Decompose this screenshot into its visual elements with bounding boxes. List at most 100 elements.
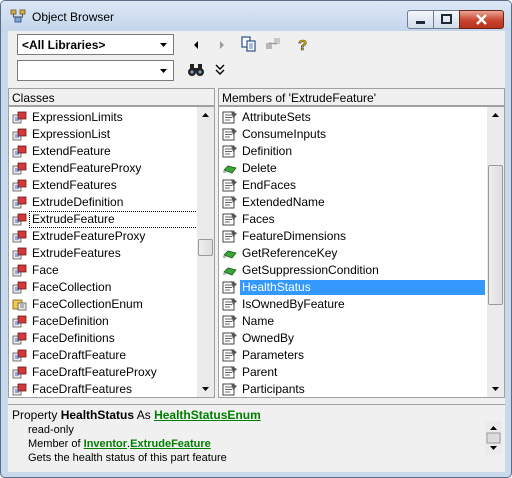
classes-item-label: ExpressionLimits [32, 110, 123, 124]
classes-item[interactable]: ExpressionList [9, 126, 197, 143]
classes-item[interactable]: FaceCollectionEnum [9, 296, 197, 313]
members-item-label: FeatureDimensions [242, 229, 347, 243]
property-icon [222, 230, 237, 243]
chevron-down-icon[interactable] [156, 37, 171, 52]
property-icon [222, 128, 237, 141]
class-link[interactable]: ExtrudeFeature [130, 438, 211, 450]
class-icon [12, 196, 27, 209]
members-item[interactable]: AttributeSets [219, 109, 487, 126]
details-scrollbar[interactable] [485, 421, 502, 455]
members-item-label: GetSuppressionCondition [242, 263, 379, 277]
classes-item-label: ExtrudeFeatureProxy [32, 229, 146, 243]
type-link[interactable]: HealthStatusEnum [154, 408, 261, 422]
classes-item[interactable]: FaceDraftFeature [9, 347, 197, 364]
expand-icon[interactable] [210, 60, 230, 80]
view-definition-icon[interactable] [263, 34, 283, 54]
members-item[interactable]: Definition [219, 143, 487, 160]
classes-item[interactable]: FaceDraftFeatureProxy [9, 364, 197, 381]
members-item[interactable]: Parameters [219, 347, 487, 364]
classes-item[interactable]: ExtendFeatures [9, 177, 197, 194]
members-item-label: Parameters [242, 348, 305, 362]
members-item[interactable]: Name [219, 313, 487, 330]
maximize-icon [441, 14, 452, 24]
members-item-label: Faces [242, 212, 275, 226]
object-browser-window: Object Browser <All Libraries> ? Classes… [0, 0, 512, 478]
property-icon [222, 298, 237, 311]
classes-item[interactable]: ExpressionLimits [9, 109, 197, 126]
scroll-down-icon[interactable] [197, 380, 214, 397]
chevron-down-icon[interactable] [156, 63, 171, 78]
members-item[interactable]: GetReferenceKey [219, 245, 487, 262]
title-bar[interactable]: Object Browser [1, 1, 511, 31]
classes-scroll-thumb[interactable] [198, 239, 213, 256]
classes-item[interactable]: Face [9, 262, 197, 279]
property-icon [222, 111, 237, 124]
scroll-down-icon[interactable] [487, 380, 504, 397]
library-combo[interactable]: <All Libraries> [17, 34, 174, 55]
classes-item[interactable]: FaceDraftFeatures [9, 381, 197, 397]
library-link[interactable]: Inventor [84, 438, 127, 450]
members-item[interactable]: HealthStatus [219, 279, 487, 296]
class-icon [12, 230, 27, 243]
classes-list[interactable]: FaceDraftFeatures FaceDraftFeatureProxy Fa… [8, 106, 215, 398]
details-scroll-icon [486, 426, 501, 450]
members-scrollbar[interactable] [487, 107, 504, 397]
class-icon [12, 366, 27, 379]
members-item[interactable]: IsOwnedByFeature [219, 296, 487, 313]
members-item[interactable]: GetSuppressionCondition [219, 262, 487, 279]
property-icon [222, 383, 237, 396]
classes-item[interactable]: FaceDefinition [9, 313, 197, 330]
help-icon[interactable]: ? [293, 34, 313, 54]
members-item[interactable]: EndFaces [219, 177, 487, 194]
class-icon [12, 315, 27, 328]
classes-item[interactable]: FaceCollection [9, 279, 197, 296]
class-icon [12, 264, 27, 277]
members-item-label: Delete [242, 161, 277, 175]
classes-item[interactable]: ExtendFeature [9, 143, 197, 160]
scroll-up-icon[interactable] [197, 107, 214, 124]
members-item[interactable]: Parent [219, 364, 487, 381]
classes-item-label: FaceDefinitions [32, 331, 115, 345]
classes-item[interactable]: ExtrudeFeatureProxy [9, 228, 197, 245]
property-icon [222, 332, 237, 345]
maximize-button[interactable] [433, 10, 460, 29]
method-icon [223, 267, 237, 276]
members-header: Members of 'ExtrudeFeature' [218, 88, 505, 106]
members-item[interactable]: Faces [219, 211, 487, 228]
close-button[interactable] [459, 10, 504, 29]
classes-item[interactable]: ExtrudeFeature [9, 211, 198, 228]
members-list[interactable]: Participants Parent Parameters OwnedBy Name I… [218, 106, 505, 398]
members-item[interactable]: Delete [219, 160, 487, 177]
members-item-label: IsOwnedByFeature [242, 297, 345, 311]
classes-item-label: ExtendFeatureProxy [32, 161, 142, 175]
details-readonly: read-only [28, 424, 74, 436]
find-icon[interactable] [186, 60, 206, 80]
members-item[interactable]: FeatureDimensions [219, 228, 487, 245]
class-icon [12, 213, 27, 226]
class-icon [12, 145, 27, 158]
classes-item[interactable]: ExtrudeDefinition [9, 194, 197, 211]
property-icon [222, 145, 237, 158]
members-item-label: Participants [242, 382, 305, 396]
forward-icon[interactable] [211, 35, 231, 55]
property-icon [222, 213, 237, 226]
minimize-button[interactable] [407, 10, 434, 29]
classes-item[interactable]: ExtendFeatureProxy [9, 160, 197, 177]
members-item[interactable]: ExtendedName [219, 194, 487, 211]
classes-item[interactable]: ExtrudeFeatures [9, 245, 197, 262]
members-item[interactable]: ConsumeInputs [219, 126, 487, 143]
property-icon [222, 349, 237, 362]
classes-item-label: ExtendFeatures [32, 178, 117, 192]
classes-item-label: FaceDraftFeatureProxy [32, 365, 157, 379]
scroll-up-icon[interactable] [487, 107, 504, 124]
search-combo[interactable] [17, 60, 174, 81]
enum-icon [12, 299, 27, 311]
copy-icon[interactable] [239, 34, 259, 54]
members-item[interactable]: OwnedBy [219, 330, 487, 347]
classes-scrollbar[interactable] [197, 107, 214, 397]
members-item[interactable]: Participants [219, 381, 487, 397]
window-title: Object Browser [32, 10, 115, 24]
members-scroll-thumb[interactable] [488, 165, 503, 305]
back-icon[interactable] [188, 35, 208, 55]
classes-item[interactable]: FaceDefinitions [9, 330, 197, 347]
